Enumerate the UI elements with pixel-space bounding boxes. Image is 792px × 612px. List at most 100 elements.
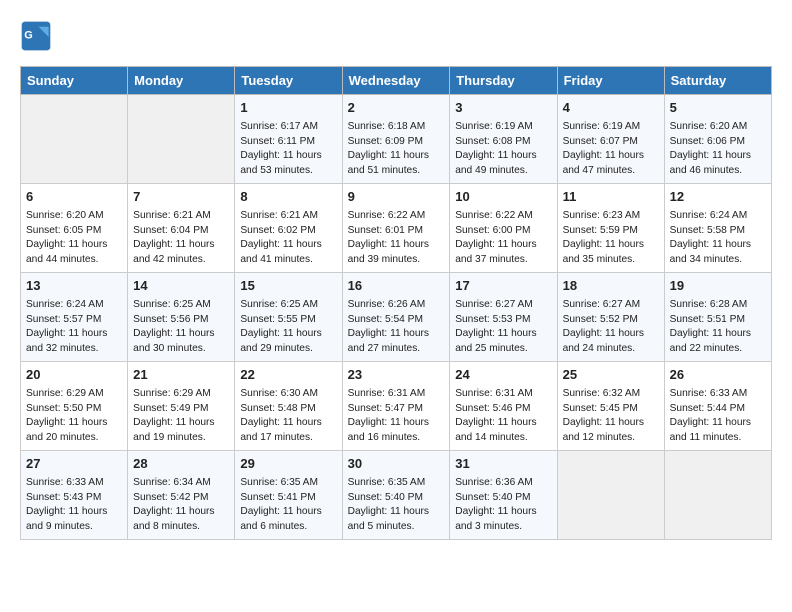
calendar-cell: 4 Sunrise: 6:19 AMSunset: 6:07 PMDaylight… xyxy=(557,95,664,184)
day-number: 2 xyxy=(348,99,445,118)
day-number: 9 xyxy=(348,188,445,207)
day-number: 30 xyxy=(348,455,445,474)
day-number: 10 xyxy=(455,188,551,207)
day-number: 14 xyxy=(133,277,229,296)
day-number: 22 xyxy=(240,366,336,385)
calendar-cell: 14Sunrise: 6:25 AMSunset: 5:56 PMDayligh… xyxy=(128,272,235,361)
calendar-cell: 22Sunrise: 6:30 AMSunset: 5:48 PMDayligh… xyxy=(235,361,342,450)
day-number: 23 xyxy=(348,366,445,385)
page-header: G xyxy=(20,20,772,52)
cell-info: Sunrise: 6:25 AMSunset: 5:55 PMDaylight:… xyxy=(240,298,336,357)
calendar-cell: 30Sunrise: 6:35 AMSunset: 5:40 PMDayligh… xyxy=(342,450,450,539)
calendar-table: SundayMondayTuesdayWednesdayThursdayFrid… xyxy=(20,66,772,540)
day-number: 13 xyxy=(26,277,122,296)
col-header-tuesday: Tuesday xyxy=(235,67,342,95)
calendar-cell: 13 Sunrise: 6:24 AMSunset: 5:57 PMDayligh… xyxy=(21,272,128,361)
cell-info: Sunrise: 6:31 AMSunset: 5:47 PMDaylight:… xyxy=(348,387,445,446)
col-header-monday: Monday xyxy=(128,67,235,95)
cell-info: Sunrise: 6:33 AMSunset: 5:43 PMDaylight:… xyxy=(26,476,122,535)
cell-info: Sunrise: 6:36 AMSunset: 5:40 PMDaylight:… xyxy=(455,476,551,535)
day-number: 1 xyxy=(240,99,336,118)
cell-info: Sunrise: 6:20 AMSunset: 6:06 PMDaylight:… xyxy=(670,120,766,179)
calendar-cell: 9 Sunrise: 6:22 AMSunset: 6:01 PMDaylight… xyxy=(342,183,450,272)
cell-info: Sunrise: 6:27 AMSunset: 5:52 PMDaylight:… xyxy=(563,298,659,357)
calendar-cell xyxy=(21,95,128,184)
cell-info: Sunrise: 6:32 AMSunset: 5:45 PMDaylight:… xyxy=(563,387,659,446)
cell-info: Sunrise: 6:34 AMSunset: 5:42 PMDaylight:… xyxy=(133,476,229,535)
logo-icon: G xyxy=(20,20,52,52)
calendar-cell: 29Sunrise: 6:35 AMSunset: 5:41 PMDayligh… xyxy=(235,450,342,539)
col-header-wednesday: Wednesday xyxy=(342,67,450,95)
day-number: 11 xyxy=(563,188,659,207)
cell-info: Sunrise: 6:24 AMSunset: 5:57 PMDaylight:… xyxy=(26,298,122,357)
calendar-cell: 17 Sunrise: 6:27 AMSunset: 5:53 PMDayligh… xyxy=(450,272,557,361)
day-number: 21 xyxy=(133,366,229,385)
day-number: 18 xyxy=(563,277,659,296)
day-number: 5 xyxy=(670,99,766,118)
cell-info: Sunrise: 6:19 AMSunset: 6:08 PMDaylight:… xyxy=(455,120,551,179)
cell-info: Sunrise: 6:20 AMSunset: 6:05 PMDaylight:… xyxy=(26,209,122,268)
logo: G xyxy=(20,20,56,52)
cell-info: Sunrise: 6:29 AMSunset: 5:50 PMDaylight:… xyxy=(26,387,122,446)
calendar-cell: 25 Sunrise: 6:32 AMSunset: 5:45 PMDayligh… xyxy=(557,361,664,450)
calendar-cell: 10Sunrise: 6:22 AMSunset: 6:00 PMDayligh… xyxy=(450,183,557,272)
calendar-cell: 8Sunrise: 6:21 AMSunset: 6:02 PMDaylight… xyxy=(235,183,342,272)
col-header-thursday: Thursday xyxy=(450,67,557,95)
calendar-cell: 1 Sunrise: 6:17 AMSunset: 6:11 PMDaylight… xyxy=(235,95,342,184)
calendar-cell: 7Sunrise: 6:21 AMSunset: 6:04 PMDaylight… xyxy=(128,183,235,272)
cell-info: Sunrise: 6:23 AMSunset: 5:59 PMDaylight:… xyxy=(563,209,659,268)
calendar-cell: 27Sunrise: 6:33 AMSunset: 5:43 PMDayligh… xyxy=(21,450,128,539)
cell-info: Sunrise: 6:17 AMSunset: 6:11 PMDaylight:… xyxy=(240,120,336,179)
calendar-cell: 21 Sunrise: 6:29 AMSunset: 5:49 PMDayligh… xyxy=(128,361,235,450)
calendar-cell: 24 Sunrise: 6:31 AMSunset: 5:46 PMDayligh… xyxy=(450,361,557,450)
day-number: 31 xyxy=(455,455,551,474)
col-header-sunday: Sunday xyxy=(21,67,128,95)
calendar-cell: 5 Sunrise: 6:20 AMSunset: 6:06 PMDaylight… xyxy=(664,95,771,184)
cell-info: Sunrise: 6:31 AMSunset: 5:46 PMDaylight:… xyxy=(455,387,551,446)
day-number: 12 xyxy=(670,188,766,207)
cell-info: Sunrise: 6:29 AMSunset: 5:49 PMDaylight:… xyxy=(133,387,229,446)
cell-info: Sunrise: 6:19 AMSunset: 6:07 PMDaylight:… xyxy=(563,120,659,179)
calendar-cell: 20 Sunrise: 6:29 AMSunset: 5:50 PMDayligh… xyxy=(21,361,128,450)
week-row-2: 6 Sunrise: 6:20 AMSunset: 6:05 PMDaylight… xyxy=(21,183,772,272)
calendar-cell: 18 Sunrise: 6:27 AMSunset: 5:52 PMDayligh… xyxy=(557,272,664,361)
day-number: 25 xyxy=(563,366,659,385)
cell-info: Sunrise: 6:28 AMSunset: 5:51 PMDaylight:… xyxy=(670,298,766,357)
cell-info: Sunrise: 6:18 AMSunset: 6:09 PMDaylight:… xyxy=(348,120,445,179)
week-row-5: 27Sunrise: 6:33 AMSunset: 5:43 PMDayligh… xyxy=(21,450,772,539)
week-row-3: 13 Sunrise: 6:24 AMSunset: 5:57 PMDayligh… xyxy=(21,272,772,361)
day-number: 4 xyxy=(563,99,659,118)
calendar-cell: 15 Sunrise: 6:25 AMSunset: 5:55 PMDayligh… xyxy=(235,272,342,361)
day-number: 6 xyxy=(26,188,122,207)
calendar-cell: 6 Sunrise: 6:20 AMSunset: 6:05 PMDaylight… xyxy=(21,183,128,272)
day-number: 7 xyxy=(133,188,229,207)
week-row-4: 20 Sunrise: 6:29 AMSunset: 5:50 PMDayligh… xyxy=(21,361,772,450)
calendar-cell xyxy=(664,450,771,539)
svg-text:G: G xyxy=(24,30,33,42)
header-row: SundayMondayTuesdayWednesdayThursdayFrid… xyxy=(21,67,772,95)
day-number: 3 xyxy=(455,99,551,118)
calendar-cell: 23 Sunrise: 6:31 AMSunset: 5:47 PMDayligh… xyxy=(342,361,450,450)
calendar-cell: 3 Sunrise: 6:19 AMSunset: 6:08 PMDaylight… xyxy=(450,95,557,184)
calendar-cell: 19 Sunrise: 6:28 AMSunset: 5:51 PMDayligh… xyxy=(664,272,771,361)
calendar-cell: 16 Sunrise: 6:26 AMSunset: 5:54 PMDayligh… xyxy=(342,272,450,361)
calendar-cell: 28 Sunrise: 6:34 AMSunset: 5:42 PMDayligh… xyxy=(128,450,235,539)
col-header-friday: Friday xyxy=(557,67,664,95)
cell-info: Sunrise: 6:26 AMSunset: 5:54 PMDaylight:… xyxy=(348,298,445,357)
day-number: 17 xyxy=(455,277,551,296)
day-number: 28 xyxy=(133,455,229,474)
day-number: 19 xyxy=(670,277,766,296)
cell-info: Sunrise: 6:22 AMSunset: 6:01 PMDaylight:… xyxy=(348,209,445,268)
calendar-cell xyxy=(557,450,664,539)
calendar-cell: 2 Sunrise: 6:18 AMSunset: 6:09 PMDaylight… xyxy=(342,95,450,184)
day-number: 15 xyxy=(240,277,336,296)
day-number: 20 xyxy=(26,366,122,385)
cell-info: Sunrise: 6:27 AMSunset: 5:53 PMDaylight:… xyxy=(455,298,551,357)
cell-info: Sunrise: 6:35 AMSunset: 5:41 PMDaylight:… xyxy=(240,476,336,535)
calendar-cell xyxy=(128,95,235,184)
calendar-cell: 26Sunrise: 6:33 AMSunset: 5:44 PMDayligh… xyxy=(664,361,771,450)
cell-info: Sunrise: 6:21 AMSunset: 6:02 PMDaylight:… xyxy=(240,209,336,268)
cell-info: Sunrise: 6:24 AMSunset: 5:58 PMDaylight:… xyxy=(670,209,766,268)
day-number: 16 xyxy=(348,277,445,296)
day-number: 24 xyxy=(455,366,551,385)
